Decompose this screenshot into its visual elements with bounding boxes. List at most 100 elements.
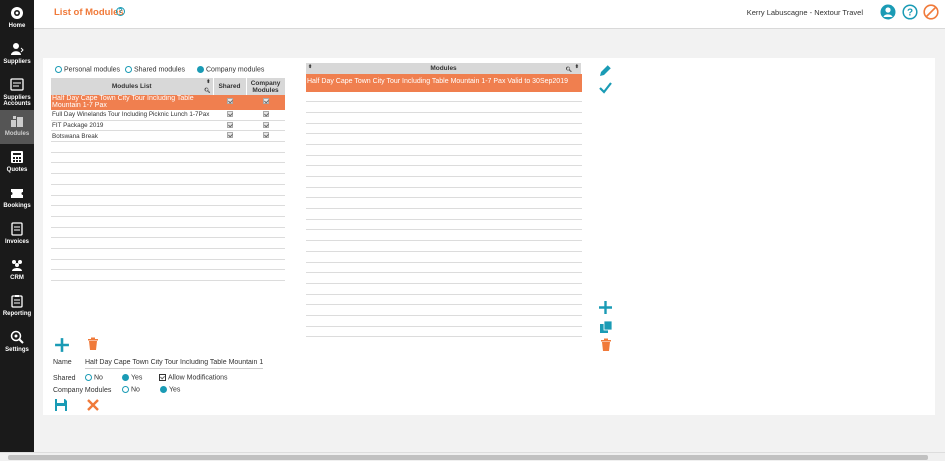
allow-modifications-checkbox[interactable] xyxy=(159,374,166,381)
cancel-icon[interactable] xyxy=(86,398,100,412)
col-company-modules[interactable]: Company Modules xyxy=(246,78,286,95)
shared-checkbox[interactable] xyxy=(226,98,233,104)
radio-shared-no[interactable] xyxy=(85,374,92,381)
radio-personal[interactable] xyxy=(55,66,62,73)
empty-cell xyxy=(306,197,582,210)
sidebar-item-home[interactable]: Home xyxy=(0,2,34,36)
filter-personal[interactable]: Personal modules xyxy=(55,66,120,73)
copy-icon[interactable] xyxy=(599,320,613,334)
empty-cell xyxy=(306,144,582,156)
empty-cell xyxy=(246,141,285,153)
radio-shared[interactable] xyxy=(125,66,132,73)
scrollbar-thumb[interactable] xyxy=(8,455,928,460)
company-checkbox[interactable] xyxy=(262,98,269,104)
horizontal-scrollbar[interactable] xyxy=(0,452,945,461)
search-icon[interactable]: 🔍︎ xyxy=(566,67,572,74)
help-icon[interactable]: ? xyxy=(116,7,125,16)
user-name: Kerry Labuscagne - Nextour Travel xyxy=(746,8,863,17)
empty-cell xyxy=(246,173,285,185)
add-icon[interactable] xyxy=(598,300,613,315)
empty-cell xyxy=(246,152,285,164)
table-row[interactable]: Half Day Cape Town City Tour Including T… xyxy=(306,74,582,92)
empty-row xyxy=(306,219,582,231)
col-shared[interactable]: Shared xyxy=(213,78,247,95)
name-input[interactable] xyxy=(85,356,263,369)
empty-row xyxy=(51,205,285,217)
empty-row xyxy=(51,269,285,281)
shared-yes-option[interactable]: Yes xyxy=(122,374,142,381)
empty-row xyxy=(306,262,582,274)
sidebar-item-suppliers[interactable]: Suppliers xyxy=(0,38,34,72)
empty-cell xyxy=(306,251,582,263)
empty-cell xyxy=(306,101,582,113)
company-no-option[interactable]: No xyxy=(122,386,140,393)
empty-cell xyxy=(306,123,582,135)
company-checkbox[interactable] xyxy=(262,121,269,128)
company-yes-option[interactable]: Yes xyxy=(160,386,180,393)
sidebar-item-bookings[interactable]: Bookings xyxy=(0,182,34,216)
settings-icon xyxy=(10,330,24,344)
company-checkbox[interactable] xyxy=(262,110,269,117)
sort-icon[interactable]: ⬍ xyxy=(308,64,312,71)
company-modules-label: Company Modules xyxy=(53,387,112,394)
user-profile-icon[interactable] xyxy=(880,4,896,20)
edit-icon[interactable] xyxy=(598,63,613,78)
help-circle-icon[interactable]: ? xyxy=(902,4,918,20)
shared-checkbox[interactable] xyxy=(226,110,233,117)
radio-company-no[interactable] xyxy=(122,386,129,393)
modules-icon xyxy=(11,116,23,127)
col-modules-list[interactable]: Modules List ⬍ 🔍︎ xyxy=(51,78,214,95)
empty-cell xyxy=(306,176,582,188)
shared-yes-label: Yes xyxy=(131,374,143,382)
name-label: Name xyxy=(53,359,72,366)
sidebar-item-invoices[interactable]: Invoices xyxy=(0,218,34,252)
add-module-icon[interactable] xyxy=(54,337,70,353)
radio-shared-yes[interactable] xyxy=(122,374,129,381)
shared-no-option[interactable]: No xyxy=(85,374,103,381)
sidebar-item-reporting[interactable]: Reporting xyxy=(0,290,34,324)
radio-company[interactable] xyxy=(197,66,204,73)
empty-cell xyxy=(246,237,285,249)
shared-checkbox[interactable] xyxy=(226,121,233,128)
modules-detail-grid: ⬍ Modules ⬍ 🔍︎ Half Day Cape Town City Tour… xyxy=(306,63,582,343)
empty-row xyxy=(306,101,582,113)
col-modules[interactable]: ⬍ Modules ⬍ 🔍︎ xyxy=(306,63,582,74)
allow-modifications-option[interactable]: Allow Modifications xyxy=(159,374,228,381)
delete-module-icon[interactable] xyxy=(87,337,99,351)
col-modules-label: Modules xyxy=(430,65,457,72)
search-icon[interactable]: 🔍︎ xyxy=(204,88,210,95)
filter-shared[interactable]: Shared modules xyxy=(125,66,185,73)
modules-list-grid: Modules List ⬍ 🔍︎ Shared Company Modules H… xyxy=(51,78,286,288)
sidebar-item-quotes[interactable]: Quotes xyxy=(0,146,34,180)
empty-cell xyxy=(213,216,246,228)
sidebar-item-settings[interactable]: Settings xyxy=(0,326,34,360)
shared-checkbox[interactable] xyxy=(226,132,233,139)
empty-row xyxy=(306,197,582,210)
sidebar-item-modules[interactable]: Modules xyxy=(0,110,34,144)
table-row[interactable]: Half Day Cape Town City Tour Including T… xyxy=(51,95,285,110)
empty-row xyxy=(306,133,582,145)
company-checkbox[interactable] xyxy=(262,132,269,139)
trash-icon[interactable] xyxy=(600,338,612,352)
sort-icon[interactable]: ⬍ xyxy=(206,79,210,86)
sort-icon[interactable]: ⬍ xyxy=(575,64,579,71)
empty-cell xyxy=(51,173,213,185)
save-icon[interactable] xyxy=(54,398,68,412)
empty-row xyxy=(306,176,582,188)
empty-cell xyxy=(246,227,285,239)
empty-cell xyxy=(213,237,246,249)
block-icon[interactable] xyxy=(923,4,939,20)
empty-cell xyxy=(306,240,582,252)
empty-cell xyxy=(306,208,582,220)
table-row[interactable]: Full Day Winelands Tour Including Pickni… xyxy=(51,109,285,121)
filter-company[interactable]: Company modules xyxy=(197,66,264,73)
table-row[interactable]: FIT Package 2019 xyxy=(51,120,285,132)
module-name-cell: FIT Package 2019 xyxy=(51,120,213,132)
company-cell xyxy=(246,120,285,132)
radio-company-yes[interactable] xyxy=(160,386,167,393)
sidebar-item-suppliers-accounts[interactable]: Suppliers Accounts xyxy=(0,74,34,108)
table-row[interactable]: Botswana Break xyxy=(51,130,285,143)
empty-row xyxy=(306,326,582,338)
sidebar-item-crm[interactable]: CRM xyxy=(0,254,34,288)
check-icon[interactable] xyxy=(598,80,613,95)
